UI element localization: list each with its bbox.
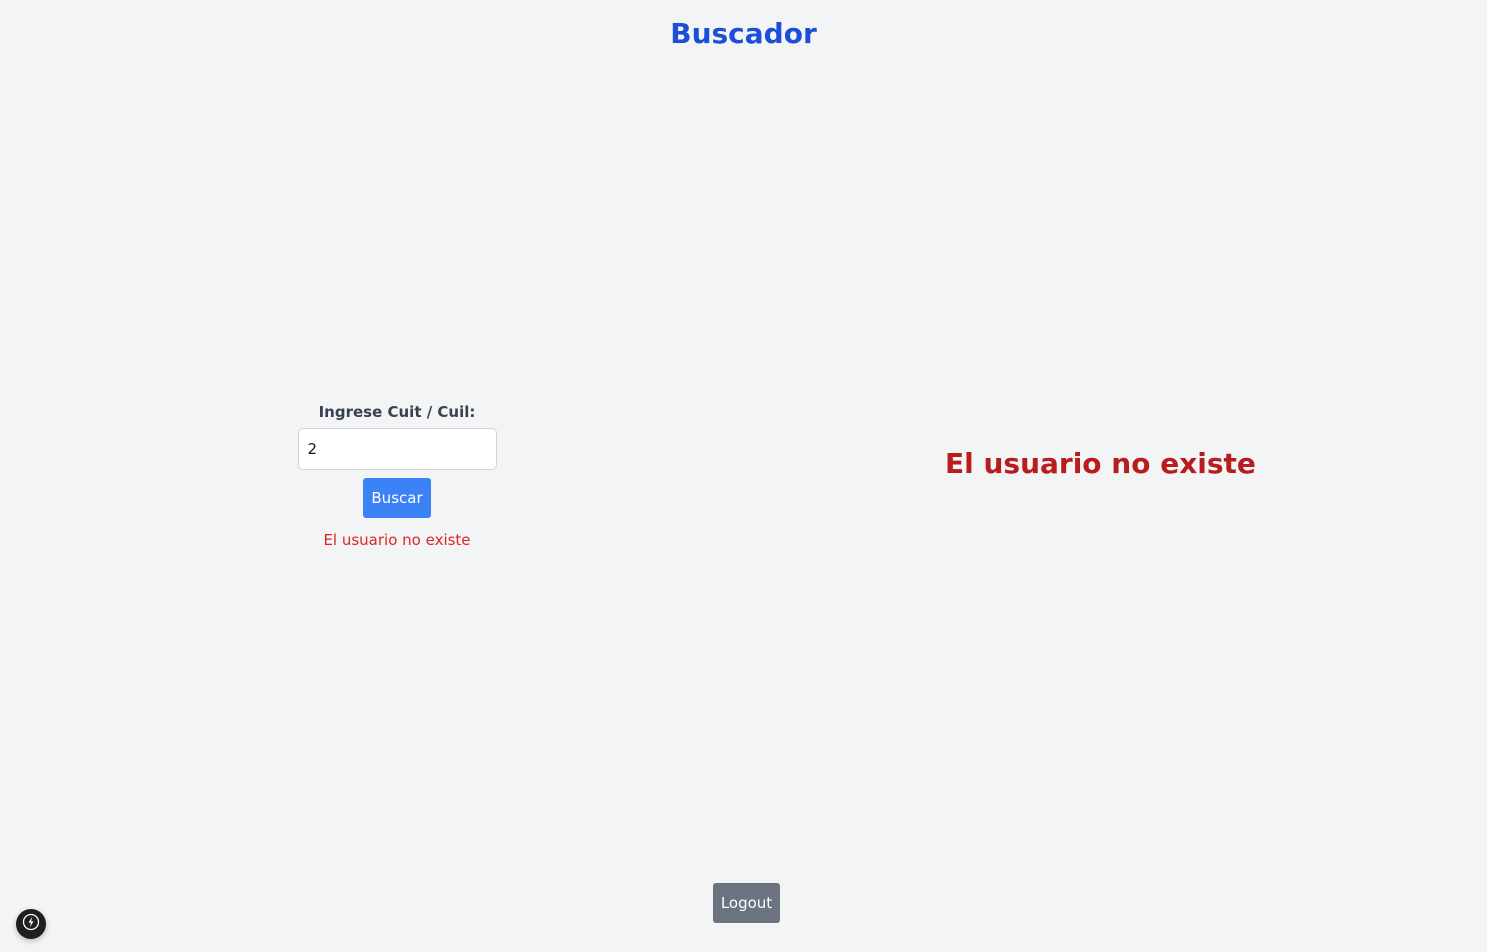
cuit-input[interactable] bbox=[297, 428, 497, 470]
cuit-label: Ingrese Cuit / Cuil: bbox=[318, 403, 476, 421]
page-title: Buscador bbox=[670, 17, 817, 50]
lightning-icon bbox=[22, 913, 40, 935]
search-button[interactable]: Buscar bbox=[363, 478, 431, 518]
result-message: El usuario no existe bbox=[945, 447, 1256, 480]
dev-tools-badge[interactable] bbox=[16, 909, 46, 939]
search-error-message: El usuario no existe bbox=[323, 531, 471, 549]
search-form: Ingrese Cuit / Cuil: Buscar El usuario n… bbox=[297, 402, 497, 550]
logout-button[interactable]: Logout bbox=[713, 883, 780, 923]
